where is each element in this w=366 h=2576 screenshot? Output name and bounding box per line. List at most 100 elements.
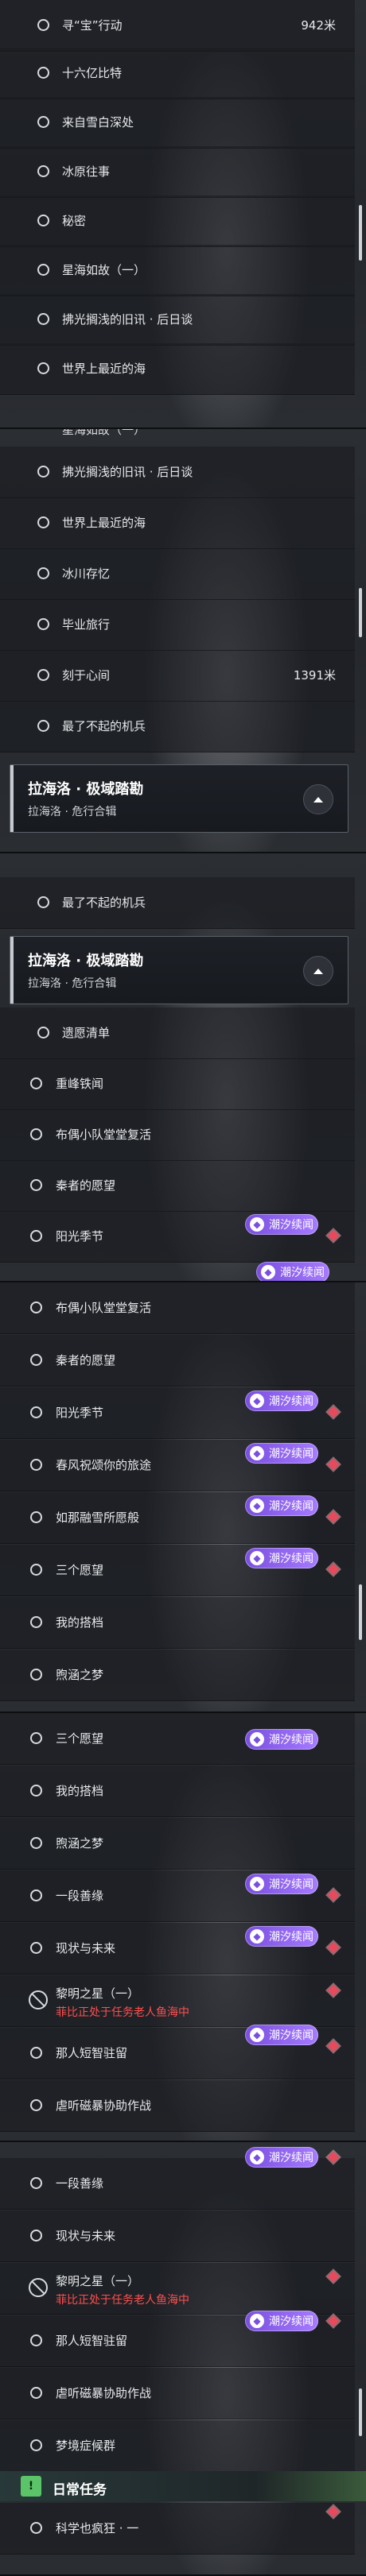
quest-bullet-icon <box>37 618 49 630</box>
quest-label: 春风祝颂你的旅途 <box>56 1458 152 1472</box>
event-tag-label: 潮汐续闻 <box>269 2315 313 2328</box>
scrollbar[interactable] <box>359 588 362 637</box>
quest-row-blocked[interactable]: 黎明之星（一） 菲比正处于任务老人鱼海中 <box>0 1975 355 2027</box>
quest-bullet-icon <box>30 2334 42 2346</box>
quest-row[interactable]: 冰原往事 <box>0 146 355 198</box>
quest-label: 一段善缘 <box>56 2176 104 2191</box>
quest-row[interactable]: 虐听磁暴协助作战 <box>0 2368 355 2419</box>
region-header[interactable]: 拉海洛 · 极域踏勘 拉海洛 · 危行合辑 <box>10 764 348 833</box>
quest-row[interactable]: 世界上最近的海 <box>0 343 355 395</box>
chevron-up-icon[interactable] <box>303 956 333 986</box>
quest-row[interactable]: 刻于心间 1391米 <box>0 650 355 702</box>
quest-label: 我的搭档 <box>56 1615 104 1630</box>
quest-row[interactable]: 秦者的愿望 <box>0 1160 355 1212</box>
quest-label: 黎明之星（一） <box>56 2274 140 2288</box>
quest-row[interactable]: 阳光季节 ◆ 潮汐续闻 <box>0 1211 355 1263</box>
scrollbar[interactable] <box>359 2388 362 2436</box>
quest-bullet-icon <box>37 165 49 177</box>
blocked-icon <box>29 2278 48 2297</box>
diamond-marker-icon <box>327 1510 340 1523</box>
quest-row[interactable]: 寻“宝”行动 942米 <box>0 0 355 52</box>
quest-row[interactable]: 三个愿望 ◆ 潮汐续闻 <box>0 1545 355 1596</box>
quest-row[interactable]: 梦境症候群 <box>0 2420 355 2472</box>
event-tag: ◆ 潮汐续闻 <box>245 1390 318 1411</box>
quest-label: 虐听磁暴协助作战 <box>56 2386 152 2400</box>
quest-label: 星海如故（一） <box>62 263 146 277</box>
quest-label: 最了不起的机兵 <box>62 895 146 910</box>
quest-list-panel-1: 寻“宝”行动 942米 十六亿比特 来自雪白深处 冰原往事 秘密 星海如故（一）… <box>0 0 366 429</box>
scrollbar[interactable] <box>359 205 362 261</box>
event-tag-label: 潮汐续闻 <box>269 1734 313 1746</box>
quest-bullet-icon <box>30 2230 42 2241</box>
scrollbar[interactable] <box>359 1584 362 1640</box>
quest-list-panel-2: 星海如故（一） 拂光搁浅的旧讯 · 后日谈 世界上最近的海 冰川存忆 毕业旅行 … <box>0 429 366 853</box>
quest-row[interactable]: 我的搭档 <box>0 1597 355 1649</box>
quest-row-blocked[interactable]: 黎明之星（一） 菲比正处于任务老人鱼海中 <box>0 2263 355 2315</box>
tide-icon: ◆ <box>250 1877 264 1891</box>
quest-row[interactable]: 重峰铁闻 <box>0 1058 355 1110</box>
tide-icon: ◆ <box>261 1265 275 1279</box>
quest-row[interactable]: 秦者的愿望 <box>0 1335 355 1387</box>
event-tag: ◆ 潮汐续闻 <box>245 2025 318 2045</box>
quest-label: 秦者的愿望 <box>56 1178 116 1193</box>
quest-row[interactable]: 煦涵之梦 <box>0 1650 355 1701</box>
event-tag: ◆ 潮汐续闻 <box>245 2147 318 2168</box>
quest-row[interactable]: 拂光搁浅的旧讯 · 后日谈 <box>0 447 355 498</box>
quest-bullet-icon <box>30 1942 42 1954</box>
quest-label: 梦境症候群 <box>56 2439 116 2453</box>
event-tag-label: 潮汐续闻 <box>280 1267 325 1279</box>
quest-row[interactable]: 三个愿望 ◆ 潮汐续闻 <box>0 1713 355 1765</box>
daily-quests-header[interactable]: ! 日常任务 <box>0 2471 366 2501</box>
quest-row[interactable]: 如那融雪所愿般 ◆ 潮汐续闻 <box>0 1492 355 1544</box>
quest-row[interactable]: 现状与未来 <box>0 2210 355 2262</box>
quest-label: 世界上最近的海 <box>62 362 146 376</box>
quest-row[interactable]: 煦涵之梦 <box>0 1818 355 1870</box>
quest-row[interactable]: 冰川存忆 <box>0 548 355 600</box>
quest-bullet-icon <box>30 1616 42 1628</box>
quest-bullet-icon <box>30 1889 42 1901</box>
quest-label: 冰川存忆 <box>62 567 111 581</box>
quest-label: 科学也疯狂 · 一 <box>56 2521 139 2535</box>
quest-row[interactable]: 那人短智驻留 ◆ 潮汐续闻 <box>0 2311 355 2367</box>
quest-row[interactable]: 遗愿清单 <box>0 1008 355 1059</box>
quest-row[interactable]: 春风祝颂你的旅途 ◆ 潮汐续闻 <box>0 1440 355 1491</box>
quest-row[interactable]: 布偶小队堂堂复活 <box>0 1282 355 1334</box>
quest-label: 那人短智驻留 <box>56 2046 128 2060</box>
quest-row[interactable]: 最了不起的机兵 <box>0 877 355 929</box>
quest-row[interactable]: 布偶小队堂堂复活 <box>0 1109 355 1161</box>
quest-row[interactable]: 那人短智驻留 ◆ 潮汐续闻 <box>0 2025 355 2079</box>
quest-row[interactable]: 现状与未来 ◆ 潮汐续闻 <box>0 1923 355 1975</box>
quest-row[interactable]: 毕业旅行 <box>0 599 355 651</box>
quest-row[interactable]: 科学也疯狂 · 一 <box>0 2503 355 2555</box>
quest-bullet-icon <box>30 1406 42 1418</box>
quest-row[interactable]: 秘密 <box>0 195 355 247</box>
quest-bullet-icon <box>37 313 49 325</box>
quest-row[interactable]: 来自雪白深处 <box>0 97 355 149</box>
quest-distance: 1391米 <box>293 668 336 683</box>
quest-row[interactable]: 星海如故（一） <box>0 245 355 296</box>
diamond-marker-icon <box>327 1458 340 1471</box>
tide-icon: ◆ <box>250 1499 264 1513</box>
tide-icon: ◆ <box>250 1394 264 1408</box>
quest-row[interactable]: 拂光搁浅的旧讯 · 后日谈 <box>0 294 355 346</box>
quest-row[interactable]: 我的搭档 <box>0 1766 355 1817</box>
event-tag: ◆ 潮汐续闻 <box>245 2311 318 2331</box>
region-header[interactable]: 拉海洛 · 极域踏勘 拉海洛 · 危行合辑 <box>10 936 348 1004</box>
event-tag: ◆ 潮汐续闻 <box>245 1495 318 1516</box>
diamond-marker-icon <box>327 1889 340 1901</box>
quest-row[interactable]: 虐听磁暴协助作战 <box>0 2080 355 2132</box>
diamond-marker-icon <box>327 2040 340 2052</box>
quest-bullet-icon <box>37 116 49 128</box>
event-tag-label: 潮汐续闻 <box>269 1219 313 1232</box>
quest-bullet-icon <box>30 2047 42 2059</box>
quest-row[interactable]: 世界上最近的海 <box>0 497 355 549</box>
quest-row[interactable]: 十六亿比特 <box>0 48 355 99</box>
quest-bullet-icon <box>37 567 49 579</box>
quest-bullet-icon <box>30 1459 42 1471</box>
chevron-up-icon[interactable] <box>303 784 333 814</box>
quest-row[interactable]: 最了不起的机兵 <box>0 701 355 752</box>
quest-row[interactable]: 一段善缘 ◆ 潮汐续闻 <box>0 1870 355 1922</box>
quest-label: 三个愿望 <box>56 1563 104 1577</box>
quest-row[interactable]: 阳光季节 ◆ 潮汐续闻 <box>0 1387 355 1439</box>
quest-row[interactable]: 一段善缘 ◆ 潮汐续闻 <box>0 2147 355 2210</box>
